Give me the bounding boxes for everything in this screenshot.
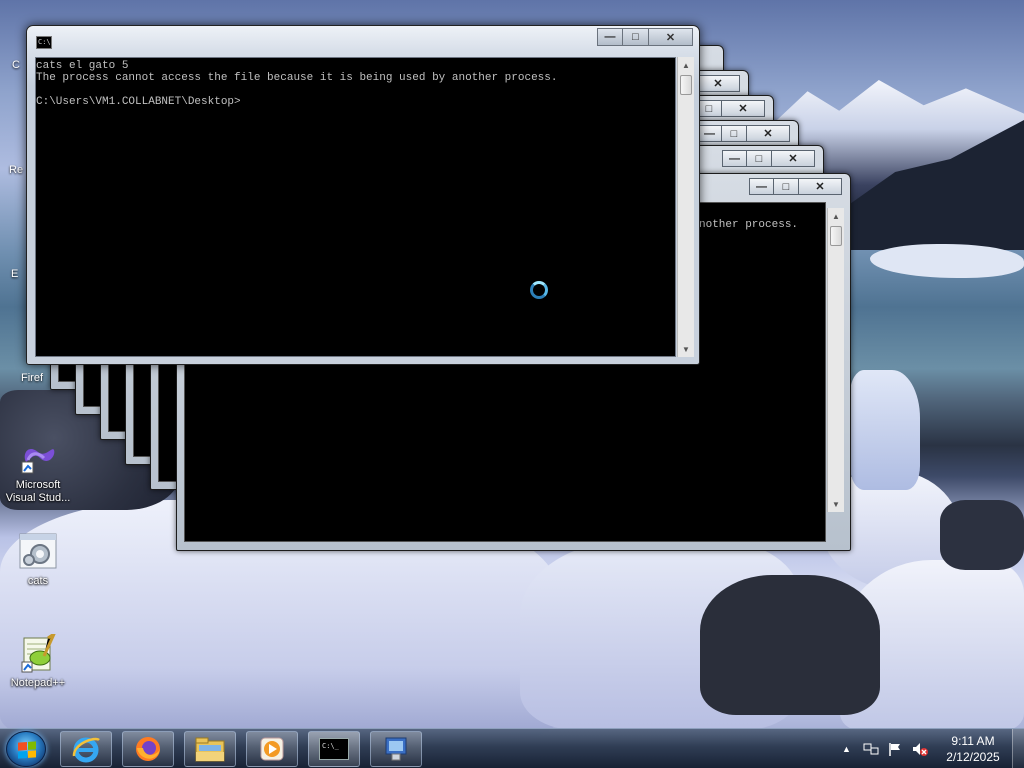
vertical-scrollbar[interactable]: ▲ ▼	[677, 57, 694, 357]
close-button[interactable]: ✕	[697, 75, 740, 92]
distant-ice	[870, 244, 1024, 278]
program-icon	[385, 737, 407, 761]
minimize-button[interactable]: —	[749, 178, 774, 195]
command-prompt-icon: C:\_	[319, 738, 349, 760]
clock-date: 2/12/2025	[946, 750, 1000, 764]
maximize-button[interactable]: □	[774, 178, 799, 195]
desktop-icon-label: cats	[27, 575, 49, 587]
batch-file-icon	[18, 532, 58, 572]
desktop-icon-label-cut: E	[11, 268, 19, 280]
desktop-icon-label-cut: C	[12, 59, 20, 71]
close-button[interactable]: ✕	[799, 178, 842, 195]
visual-studio-icon	[18, 436, 58, 476]
console-line: cats el gato 5	[36, 60, 129, 72]
vertical-scrollbar[interactable]: ▲ ▼	[827, 208, 844, 512]
media-player-icon	[260, 737, 284, 761]
minimize-button[interactable]: —	[722, 150, 747, 167]
desktop-icon-visual-studio[interactable]: Microsoft Visual Stud...	[0, 436, 76, 505]
show-desktop-button[interactable]	[1012, 729, 1024, 768]
maximize-button[interactable]: □	[697, 100, 722, 117]
action-center-flag-icon[interactable]	[887, 741, 903, 757]
taskbar-media-player[interactable]	[246, 731, 298, 767]
scroll-up-arrow-icon[interactable]: ▲	[828, 208, 844, 224]
scroll-down-arrow-icon[interactable]: ▼	[828, 496, 844, 512]
clock[interactable]: 9:11 AM 2/12/2025	[934, 733, 1012, 765]
taskbar-file-explorer[interactable]	[184, 731, 236, 767]
desktop-icon-label: Notepad++	[10, 677, 66, 689]
close-button[interactable]: ✕	[747, 125, 790, 142]
desktop-icon-label: Microsoft Visual Stud...	[5, 479, 71, 504]
minimize-button[interactable]: —	[597, 28, 623, 46]
taskbar: C:\_ ▲ 9:11 AM 2/12/2025	[0, 728, 1024, 768]
desktop-icon-cats[interactable]: cats	[0, 532, 76, 588]
console-line: The process cannot access the file becau…	[36, 72, 558, 84]
firefox-icon	[136, 737, 160, 761]
rocks	[940, 500, 1024, 570]
close-button[interactable]: ✕	[722, 100, 765, 117]
taskbar-internet-explorer[interactable]	[60, 731, 112, 767]
console-text-partial: nother process.	[699, 219, 799, 231]
close-button[interactable]: ✕	[772, 150, 815, 167]
rocks	[700, 575, 880, 715]
windows-logo-icon	[18, 741, 36, 759]
console-output[interactable]: cats el gato 5 The process cannot access…	[35, 57, 676, 357]
scroll-thumb[interactable]	[680, 75, 692, 95]
internet-explorer-icon	[72, 737, 100, 763]
desktop-icon-label-cut: Firef	[21, 372, 43, 384]
clock-time: 9:11 AM	[951, 734, 995, 748]
maximize-button[interactable]: □	[722, 125, 747, 142]
notepad-plus-plus-icon	[18, 629, 58, 674]
speaker-muted-icon[interactable]	[911, 741, 929, 757]
scroll-down-arrow-icon[interactable]: ▼	[678, 341, 694, 357]
close-button[interactable]: ✕	[649, 28, 693, 46]
system-tray: ▲	[842, 729, 929, 768]
taskbar-command-prompt[interactable]: C:\_	[308, 731, 360, 767]
file-explorer-icon	[195, 737, 225, 762]
scroll-up-arrow-icon[interactable]: ▲	[678, 57, 694, 73]
console-prompt: C:\Users\VM1.COLLABNET\Desktop>	[36, 96, 241, 108]
caption-buttons: —□✕	[697, 125, 790, 142]
caption-buttons: —□✕	[749, 178, 842, 195]
console-window[interactable]: C:\ — □ ✕ cats el gato 5 The process can…	[26, 25, 700, 365]
maximize-button[interactable]: □	[623, 28, 649, 46]
busy-cursor-icon	[530, 281, 548, 299]
show-hidden-icons-arrow-icon[interactable]: ▲	[842, 744, 851, 754]
scroll-thumb[interactable]	[830, 226, 842, 246]
desktop-icon-notepad-plus-plus[interactable]: Notepad++	[0, 629, 76, 690]
taskbar-program[interactable]	[370, 731, 422, 767]
maximize-button[interactable]: □	[747, 150, 772, 167]
command-prompt-icon: C:\	[36, 36, 52, 49]
network-icon[interactable]	[863, 741, 879, 757]
taskbar-firefox[interactable]	[122, 731, 174, 767]
start-button[interactable]	[6, 731, 46, 767]
caption-buttons: —□✕	[722, 150, 815, 167]
caption-buttons: — □ ✕	[597, 28, 693, 46]
minimize-button[interactable]: —	[697, 125, 722, 142]
ice-floe	[850, 370, 920, 490]
desktop-icon-label-cut: Re	[9, 164, 24, 176]
